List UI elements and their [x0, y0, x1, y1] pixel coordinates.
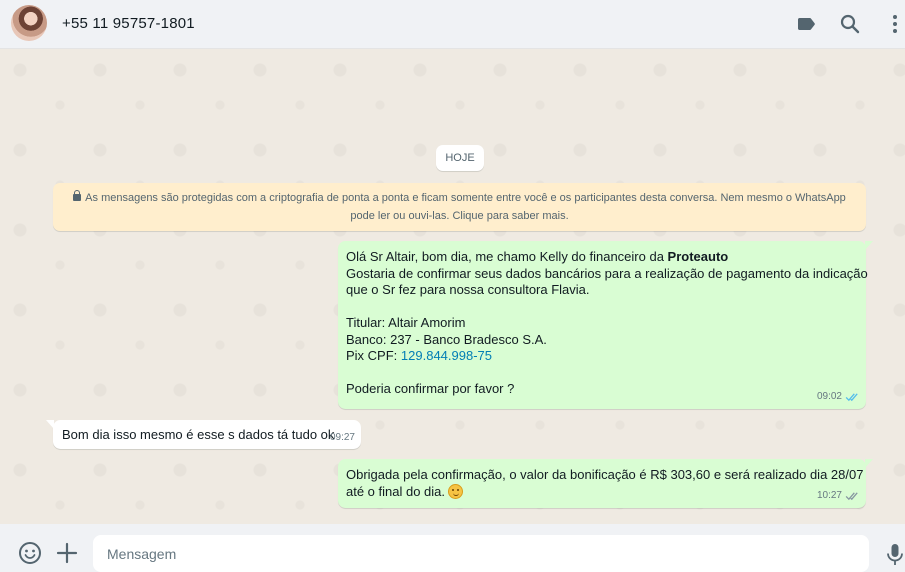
microphone-icon[interactable] [882, 541, 905, 567]
message-line: Poderia confirmar por favor ? [346, 381, 515, 396]
message-line: Obrigada pela confirmação, o valor da bo… [346, 467, 864, 482]
message-line: Pix CPF: 129.844.998-75 [346, 348, 858, 365]
attach-plus-icon[interactable] [54, 540, 80, 566]
search-icon[interactable] [838, 12, 862, 36]
message-meta: 10:27 [817, 488, 860, 505]
bubble-tail [46, 420, 54, 429]
encryption-notice[interactable]: As mensagens são protegidas com a cripto… [53, 183, 866, 231]
message-input[interactable] [93, 535, 869, 572]
conversation-panel[interactable]: HOJE As mensagens são protegidas com a c… [0, 50, 905, 524]
contact-avatar[interactable] [11, 5, 47, 41]
bubble-tail [865, 241, 873, 250]
message-time: 09:27 [329, 431, 355, 443]
message-line: que o Sr fez para nossa consultora Flavi… [346, 282, 590, 297]
message-line: Titular: Altair Amorim [346, 315, 466, 330]
delivered-ticks-icon [845, 491, 860, 501]
encryption-notice-text-1: As mensagens são protegidas com a cripto… [85, 192, 846, 204]
pix-value-link[interactable]: 129.844.998-75 [401, 348, 492, 363]
lock-icon [73, 190, 82, 201]
message-time: 10:27 [816, 489, 842, 501]
bubble-tail [865, 459, 873, 468]
date-divider: HOJE [436, 145, 484, 171]
encryption-notice-text-2: pode ler ou ouvi-las. Clique para saber … [350, 210, 569, 222]
message-meta: 09:02 [817, 389, 860, 406]
menu-icon[interactable] [883, 12, 905, 36]
chat-header: +55 11 95757-1801 [0, 0, 905, 49]
message-bubble-outgoing[interactable]: Olá Sr Altair, bom dia, me chamo Kelly d… [338, 241, 873, 409]
label-icon[interactable] [794, 12, 818, 36]
message-text: Olá Sr Altair, bom dia, me chamo Kelly d… [346, 249, 668, 264]
smiling-face-emoji-icon [448, 483, 464, 499]
message-line: até o final do dia. [346, 483, 858, 501]
read-ticks-icon [845, 392, 860, 402]
message-time: 09:02 [816, 390, 842, 402]
message-text: Bom dia isso mesmo é esse s dados tá tud… [62, 427, 335, 442]
pix-label: Pix CPF: [346, 348, 401, 363]
composer-bar [0, 524, 905, 572]
emoji-icon[interactable] [17, 540, 43, 566]
message-line: Gostaria de confirmar seus dados bancári… [346, 265, 868, 281]
message-bubble-incoming[interactable]: Bom dia isso mesmo é esse s dados tá tud… [46, 420, 361, 449]
message-line: Olá Sr Altair, bom dia, me chamo Kelly d… [346, 249, 858, 266]
contact-name[interactable]: +55 11 95757-1801 [62, 15, 195, 32]
company-name: Proteauto [667, 249, 729, 264]
encryption-notice-line-1: As mensagens são protegidas com a cripto… [65, 189, 854, 207]
message-line: Banco: 237 - Banco Bradesco S.A. [346, 331, 547, 347]
message-bubble-outgoing[interactable]: Obrigada pela confirmação, o valor da bo… [338, 459, 873, 508]
message-text: até o final do dia. [346, 483, 446, 499]
